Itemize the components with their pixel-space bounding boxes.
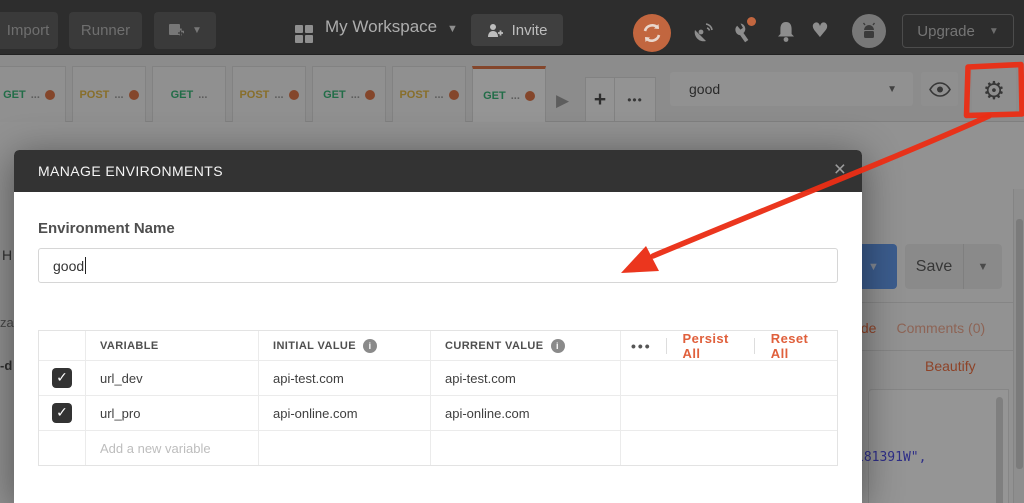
runner-button[interactable]: Runner bbox=[69, 12, 142, 49]
table-header-row: VARIABLE INITIAL VALUE i CURRENT VALUE i… bbox=[39, 331, 837, 360]
checked-checkbox[interactable]: ✓ bbox=[52, 403, 72, 423]
variable-checkbox-cell: ✓ bbox=[39, 396, 86, 430]
info-icon[interactable]: i bbox=[551, 339, 565, 353]
invite-button[interactable]: Invite bbox=[471, 14, 563, 46]
variable-column-header: VARIABLE bbox=[86, 331, 259, 360]
chevron-down-icon: ▼ bbox=[192, 25, 202, 36]
text-cursor bbox=[85, 257, 86, 274]
variable-row: ✓ url_pro api-online.com api-online.com bbox=[39, 395, 837, 430]
empty-cell bbox=[621, 431, 837, 465]
invite-label: Invite bbox=[512, 22, 548, 39]
manage-environments-modal: MANAGE ENVIRONMENTS × Environment Name g… bbox=[14, 150, 862, 503]
modal-title: MANAGE ENVIRONMENTS bbox=[38, 150, 223, 192]
robot-icon bbox=[859, 21, 879, 41]
import-button[interactable]: Import bbox=[0, 12, 58, 49]
row-actions-cell bbox=[621, 361, 837, 395]
upgrade-button[interactable]: Upgrade ▼ bbox=[902, 14, 1014, 48]
current-value-column-header: CURRENT VALUE i bbox=[431, 331, 621, 360]
environment-name-value: good bbox=[53, 258, 84, 274]
close-icon[interactable]: × bbox=[834, 150, 846, 190]
empty-cell[interactable] bbox=[431, 431, 621, 465]
sync-icon bbox=[641, 22, 663, 44]
add-variable-placeholder: Add a new variable bbox=[100, 441, 211, 456]
more-options-button[interactable]: ••• bbox=[621, 338, 662, 354]
modal-header: MANAGE ENVIRONMENTS × bbox=[14, 150, 862, 192]
current-value-label: CURRENT VALUE bbox=[445, 340, 544, 352]
top-bar: Import Runner ▼ My Workspace ▼ Invite bbox=[0, 0, 1024, 55]
notification-dot bbox=[747, 17, 756, 26]
heart-icon[interactable]: ♥ bbox=[811, 18, 829, 42]
avatar[interactable] bbox=[852, 14, 886, 48]
environment-name-input[interactable]: good bbox=[38, 248, 838, 283]
persist-all-button[interactable]: Persist All bbox=[671, 331, 750, 361]
new-window-icon bbox=[168, 23, 185, 39]
chevron-down-icon[interactable]: ▼ bbox=[447, 23, 458, 35]
satellite-icon[interactable] bbox=[692, 20, 717, 44]
add-variable-row: Add a new variable bbox=[39, 430, 837, 465]
info-icon[interactable]: i bbox=[363, 339, 377, 353]
initial-value-label: INITIAL VALUE bbox=[273, 340, 356, 352]
divider bbox=[666, 338, 667, 354]
initial-value-column-header: INITIAL VALUE i bbox=[259, 331, 431, 360]
sync-button[interactable] bbox=[633, 14, 671, 52]
chevron-down-icon: ▼ bbox=[989, 26, 999, 37]
select-all-cell bbox=[39, 331, 86, 360]
divider bbox=[754, 338, 755, 354]
reset-all-button[interactable]: Reset All bbox=[759, 331, 831, 361]
empty-cell[interactable] bbox=[259, 431, 431, 465]
add-variable-input[interactable]: Add a new variable bbox=[86, 431, 259, 465]
new-window-button[interactable]: ▼ bbox=[154, 12, 216, 49]
environment-name-label: Environment Name bbox=[38, 220, 175, 237]
invite-person-icon bbox=[487, 23, 504, 38]
postman-app: Import Runner ▼ My Workspace ▼ Invite bbox=[0, 0, 1024, 503]
variable-row: ✓ url_dev api-test.com api-test.com bbox=[39, 360, 837, 395]
table-actions: ••• Persist All Reset All bbox=[621, 331, 837, 360]
variable-name-cell[interactable]: url_pro bbox=[86, 396, 259, 430]
checked-checkbox[interactable]: ✓ bbox=[52, 368, 72, 388]
current-value-cell[interactable]: api-online.com bbox=[431, 396, 621, 430]
upgrade-label: Upgrade bbox=[917, 23, 975, 40]
bell-icon[interactable] bbox=[775, 20, 797, 43]
workspace-grid-icon[interactable] bbox=[295, 25, 313, 43]
variables-table: VARIABLE INITIAL VALUE i CURRENT VALUE i… bbox=[38, 330, 838, 466]
current-value-cell[interactable]: api-test.com bbox=[431, 361, 621, 395]
empty-checkbox-cell bbox=[39, 431, 86, 465]
initial-value-cell[interactable]: api-test.com bbox=[259, 361, 431, 395]
variable-name-cell[interactable]: url_dev bbox=[86, 361, 259, 395]
row-actions-cell bbox=[621, 396, 837, 430]
variable-checkbox-cell: ✓ bbox=[39, 361, 86, 395]
initial-value-cell[interactable]: api-online.com bbox=[259, 396, 431, 430]
workspace-selector[interactable]: My Workspace bbox=[325, 17, 437, 37]
